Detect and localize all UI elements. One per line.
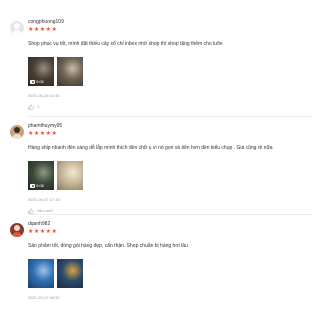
star-rating: ★★★★★ (28, 131, 58, 137)
like-count: 1 (37, 104, 40, 109)
review-media (28, 259, 320, 288)
video-camera-icon (30, 79, 35, 84)
review-image-thumbnail[interactable] (57, 259, 83, 288)
avatar[interactable] (10, 125, 24, 139)
thumbs-up-icon (28, 104, 34, 110)
avatar[interactable] (10, 223, 24, 237)
reviewer-username[interactable]: phamthuymy95 (28, 123, 320, 130)
video-camera-icon (30, 183, 35, 188)
reviews-list: congphuong109 ★★★★★ Shop phục vụ tốt, mì… (0, 0, 320, 320)
review-video-thumbnail[interactable]: 0:05 (28, 57, 54, 86)
review-comment: Shop phục vụ tốt, mình đặt thiếu cây xổ … (28, 41, 223, 47)
avatar[interactable] (10, 21, 24, 35)
video-badge: 0:05 (30, 79, 44, 84)
review-item: congphuong109 ★★★★★ Shop phục vụ tốt, mì… (0, 0, 320, 117)
review-media: 0:08 (28, 161, 320, 190)
video-badge: 0:08 (30, 183, 44, 188)
review-item: dqanh982 ★★★★★ Sản phẩm tốt, đóng gói hà… (0, 215, 320, 320)
video-duration: 0:05 (36, 79, 44, 84)
review-video-thumbnail[interactable]: 0:08 (28, 161, 54, 190)
star-rating: ★★★★★ (28, 27, 58, 33)
reviewer-username[interactable]: congphuong109 (28, 19, 320, 26)
review-timestamp: 2021-09-22 08:35 (28, 295, 60, 300)
review-image-thumbnail[interactable] (57, 161, 83, 190)
like-button[interactable]: 1 (28, 104, 320, 110)
review-comment: Hàng ship nhanh đèn sáng dễ lắp mình thí… (28, 145, 273, 151)
review-media: 0:05 (28, 57, 320, 86)
review-timestamp: 2021-06-25 14:40 (28, 93, 60, 98)
review-comment: Sản phẩm tốt, đóng gói hàng đẹp, cẩn thậ… (28, 243, 188, 249)
reviewer-username[interactable]: dqanh982 (28, 221, 320, 228)
review-item: phamthuymy95 ★★★★★ Hàng ship nhanh đèn s… (0, 117, 320, 215)
star-rating: ★★★★★ (28, 229, 58, 235)
review-image-thumbnail[interactable] (28, 259, 54, 288)
review-timestamp: 2021-06-07 17:15 (28, 197, 60, 202)
video-duration: 0:08 (36, 183, 44, 188)
review-image-thumbnail[interactable] (57, 57, 83, 86)
